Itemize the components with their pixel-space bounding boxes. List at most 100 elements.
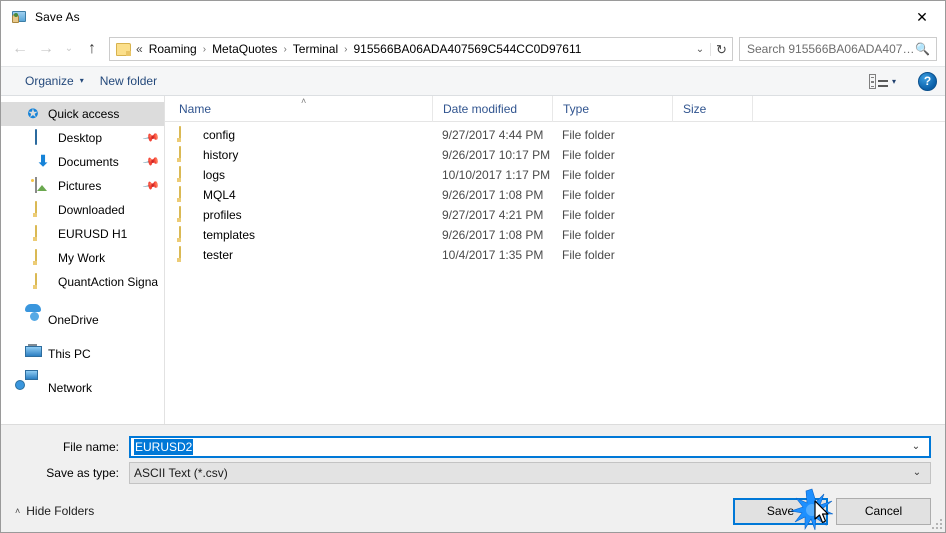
folder-icon [179, 186, 195, 203]
table-row[interactable]: templates 9/26/2017 1:08 PM File folder [165, 225, 945, 245]
sidebar-item-label: EURUSD H1 [58, 227, 128, 241]
pin-icon[interactable]: 📌 [142, 153, 160, 171]
refresh-icon[interactable]: ↻ [710, 42, 732, 56]
table-row[interactable]: history 9/26/2017 10:17 PM File folder [165, 145, 945, 165]
folder-icon [179, 246, 195, 263]
save-as-type-select[interactable]: ASCII Text (*.csv) ⌄ [129, 461, 931, 484]
folder-icon [179, 226, 195, 243]
search-icon[interactable]: 🔍 [915, 42, 930, 56]
column-header-row: Name ˄ Date modified Type Size [165, 95, 945, 122]
command-bar: Organize ▾ New folder ▾ ? [1, 66, 945, 96]
pin-icon[interactable]: 📌 [142, 129, 160, 147]
table-row[interactable]: config 9/27/2017 4:44 PM File folder [165, 125, 945, 145]
breadcrumb-item-metaquotes[interactable]: MetaQuotes [209, 40, 280, 58]
chevron-up-icon: ˄ [15, 506, 21, 516]
up-icon[interactable]: ↑ [79, 36, 105, 62]
folder-icon [179, 206, 195, 223]
file-type-cell: File folder [562, 228, 615, 242]
file-name-label: templates [203, 228, 256, 242]
view-layout-icon[interactable] [868, 73, 888, 89]
folder-icon [35, 201, 51, 218]
sidebar-item-eurusd-h1[interactable]: EURUSD H1 [1, 222, 164, 246]
pin-icon[interactable]: 📌 [142, 177, 160, 195]
close-icon[interactable]: ✕ [899, 1, 945, 32]
file-list-pane: Name ˄ Date modified Type Size config 9/… [165, 95, 945, 424]
hide-folders-button[interactable]: ˄ Hide Folders [15, 504, 94, 518]
sort-ascending-icon: ˄ [301, 95, 307, 106]
table-row[interactable]: profiles 9/27/2017 4:21 PM File folder [165, 205, 945, 225]
file-date-cell: 9/27/2017 4:44 PM [442, 128, 544, 142]
organize-button[interactable]: Organize ▾ [17, 72, 92, 90]
chevron-down-icon[interactable]: ⌄ [690, 44, 710, 55]
chevron-down-icon[interactable]: ⌄ [903, 441, 929, 452]
cloud-icon [25, 312, 41, 328]
column-header-label: Size [683, 101, 707, 116]
file-name-cell: logs [165, 166, 432, 183]
table-row[interactable]: MQL4 9/26/2017 1:08 PM File folder [165, 185, 945, 205]
save-button[interactable]: Save [733, 497, 828, 525]
breadcrumb-item-terminal[interactable]: Terminal [290, 40, 341, 58]
new-folder-label: New folder [99, 74, 158, 88]
sidebar-item-label: My Work [58, 251, 106, 265]
file-name-cell: profiles [165, 206, 432, 223]
sidebar-item-downloaded[interactable]: Downloaded [1, 198, 164, 222]
title-bar: Save As ✕ [1, 1, 945, 32]
file-name-label: File name: [62, 439, 119, 454]
column-header-name[interactable]: Name ˄ [165, 96, 432, 122]
file-name-label: profiles [203, 208, 242, 222]
new-folder-button[interactable]: New folder [92, 72, 165, 90]
file-name-row: File name: EURUSD2 ⌄ [15, 435, 931, 458]
save-form: File name: EURUSD2 ⌄ Save as type: ASCII… [1, 424, 945, 490]
address-bar[interactable]: « Roaming › MetaQuotes › Terminal › 9155… [109, 37, 733, 61]
chevron-down-icon[interactable]: ⌄ [904, 467, 930, 478]
sidebar-item-network[interactable]: Network [1, 376, 164, 400]
save-as-type-value: ASCII Text (*.csv) [134, 465, 228, 480]
file-type-cell: File folder [562, 208, 615, 222]
sidebar-item-desktop[interactable]: Desktop 📌 [1, 126, 164, 150]
file-name-label: tester [203, 248, 234, 262]
save-as-type-row: Save as type: ASCII Text (*.csv) ⌄ [15, 461, 931, 484]
breadcrumb-item-terminal-id[interactable]: 915566BA06ADA407569C544CC0D97611 [350, 40, 584, 58]
download-arrow-icon: ⬇ [36, 153, 50, 170]
sidebar-item-my-work[interactable]: My Work [1, 246, 164, 270]
column-header-label: Name [179, 101, 212, 116]
folder-icon [116, 42, 131, 56]
back-icon[interactable]: ← [7, 36, 33, 62]
column-header-type[interactable]: Type [552, 95, 672, 122]
table-row[interactable]: tester 10/4/2017 1:35 PM File folder [165, 245, 945, 265]
recent-locations-icon[interactable]: ⌄ [59, 36, 79, 62]
breadcrumb-item-roaming[interactable]: Roaming [146, 40, 200, 58]
navigation-pane: ✪ Quick access Desktop 📌 ⬇ Documents 📌 P… [1, 96, 165, 424]
breadcrumb-separator[interactable]: › [341, 44, 350, 55]
column-header-size[interactable]: Size [672, 95, 752, 122]
forward-icon[interactable]: → [33, 36, 59, 62]
sidebar-item-onedrive[interactable]: OneDrive [1, 308, 164, 332]
sidebar-item-quantaction-signal[interactable]: QuantAction Signal [1, 270, 164, 294]
view-dropdown-icon[interactable]: ▾ [892, 77, 896, 86]
file-name-label: history [203, 148, 239, 162]
save-as-type-label: Save as type: [46, 465, 119, 480]
window-title: Save As [35, 9, 80, 24]
help-icon[interactable]: ? [918, 71, 937, 91]
breadcrumb-separator[interactable]: › [280, 44, 289, 55]
search-input[interactable]: Search 915566BA06ADA40756... 🔍 [739, 37, 937, 61]
network-icon [25, 380, 41, 396]
column-header-filler [752, 95, 945, 122]
column-header-date-modified[interactable]: Date modified [432, 95, 552, 122]
sidebar-item-pictures[interactable]: Pictures 📌 [1, 174, 164, 198]
resize-grip[interactable] [930, 517, 942, 529]
folder-icon [35, 273, 51, 290]
dialog-footer: ˄ Hide Folders Save Cancel [1, 490, 945, 532]
cancel-button[interactable]: Cancel [836, 497, 931, 525]
sidebar-item-this-pc[interactable]: This PC [1, 342, 164, 366]
file-name-cell: tester [165, 246, 432, 263]
dialog-body: ✪ Quick access Desktop 📌 ⬇ Documents 📌 P… [1, 95, 945, 424]
breadcrumb-overflow[interactable]: « [136, 40, 146, 58]
sidebar-item-documents[interactable]: ⬇ Documents 📌 [1, 150, 164, 174]
sidebar-item-label: Desktop [58, 131, 103, 145]
table-row[interactable]: logs 10/10/2017 1:17 PM File folder [165, 165, 945, 185]
folder-icon [35, 225, 51, 242]
file-name-input[interactable]: EURUSD2 ⌄ [129, 435, 931, 458]
breadcrumb-separator[interactable]: › [200, 44, 209, 55]
sidebar-item-quick-access[interactable]: ✪ Quick access [1, 102, 164, 126]
